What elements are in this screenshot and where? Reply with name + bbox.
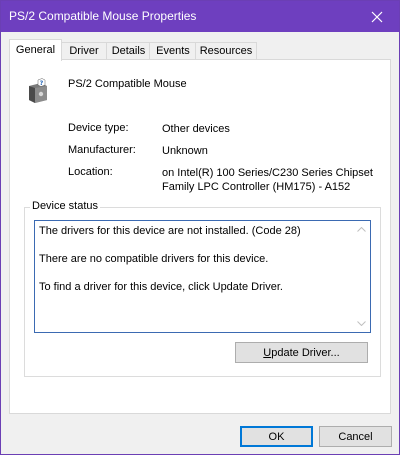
window-title: PS/2 Compatible Mouse Properties (9, 9, 197, 23)
manufacturer-label: Manufacturer: (68, 144, 136, 156)
scroll-up-arrow[interactable] (353, 221, 370, 238)
mouse-device-icon: ? (29, 78, 47, 103)
cancel-button[interactable]: Cancel (319, 426, 392, 447)
status-line: There are no compatible drivers for this… (39, 253, 269, 265)
status-line: The drivers for this device are not inst… (39, 225, 301, 237)
device-type-value: Other devices (162, 123, 230, 135)
tab-general[interactable]: General (9, 39, 62, 61)
location-value: on Intel(R) 100 Series/C230 Series Chips… (162, 166, 373, 194)
tab-events[interactable]: Events (149, 42, 197, 60)
general-tab-panel: ? PS/2 Compatible Mouse Device type: Oth… (9, 59, 391, 414)
scroll-down-arrow[interactable] (353, 315, 370, 332)
device-type-label: Device type: (68, 122, 129, 134)
chevron-down-icon (357, 321, 366, 326)
status-scrollbar[interactable] (353, 221, 370, 332)
device-status-textbox[interactable]: The drivers for this device are not inst… (34, 220, 371, 333)
tab-resources[interactable]: Resources (195, 42, 257, 60)
title-bar[interactable]: PS/2 Compatible Mouse Properties (1, 1, 399, 32)
ok-button[interactable]: OK (240, 426, 313, 447)
tab-details[interactable]: Details (106, 42, 151, 60)
svg-text:?: ? (40, 80, 44, 87)
location-label: Location: (68, 166, 113, 178)
location-value-line2: Family LPC Controller (HM175) - A152 (162, 181, 351, 193)
device-status-label: Device status (30, 200, 101, 212)
chevron-up-icon (357, 227, 366, 232)
tab-driver[interactable]: Driver (60, 42, 108, 60)
status-line: To find a driver for this device, click … (39, 281, 283, 293)
update-driver-label: pdate Driver... (271, 347, 340, 359)
manufacturer-value: Unknown (162, 145, 208, 157)
update-driver-button[interactable]: Update Driver... (235, 342, 368, 363)
device-name: PS/2 Compatible Mouse (68, 78, 187, 90)
close-button[interactable] (355, 1, 399, 32)
close-icon (371, 11, 383, 22)
tab-strip: General Driver Details Events Resources (9, 39, 391, 61)
properties-dialog: PS/2 Compatible Mouse Properties General… (0, 0, 400, 455)
location-value-line1: on Intel(R) 100 Series/C230 Series Chips… (162, 167, 373, 179)
device-status-text: The drivers for this device are not inst… (39, 224, 354, 294)
